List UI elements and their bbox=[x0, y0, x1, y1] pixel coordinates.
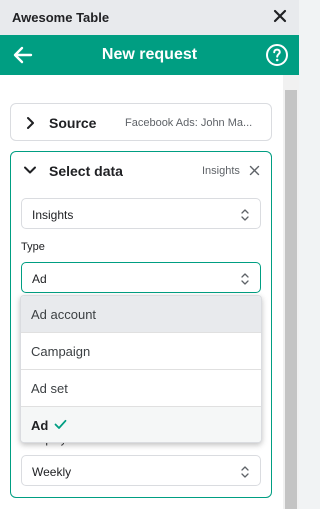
addon-title: Awesome Table bbox=[12, 10, 110, 25]
dropdown-option-ad[interactable]: Ad bbox=[21, 407, 261, 442]
dropdown-option-ad-set[interactable]: Ad set bbox=[21, 370, 261, 407]
source-label: Source bbox=[49, 115, 97, 131]
dropdown-option-ad-account[interactable]: Ad account bbox=[21, 296, 261, 333]
group-by-time-value: Weekly bbox=[32, 465, 72, 479]
type-label: Type bbox=[21, 241, 45, 253]
page-title: New request bbox=[101, 46, 198, 63]
source-value: Facebook Ads: John Ma... bbox=[125, 117, 253, 129]
select-data-badge: Insights bbox=[202, 165, 240, 177]
updown-arrows-icon bbox=[241, 466, 249, 478]
option-label: Ad set bbox=[31, 381, 68, 396]
scrollbar-thumb[interactable] bbox=[285, 90, 297, 509]
check-icon bbox=[54, 419, 67, 429]
report-select-value: Insights bbox=[32, 208, 74, 222]
page-header: New request bbox=[0, 35, 299, 75]
type-select-value: Ad bbox=[32, 272, 47, 286]
chevron-down-icon[interactable] bbox=[23, 163, 37, 177]
option-label: Ad account bbox=[31, 307, 97, 322]
option-label: Campaign bbox=[31, 344, 91, 359]
group-by-time-select[interactable]: Weekly bbox=[21, 455, 261, 486]
close-icon[interactable] bbox=[249, 165, 260, 176]
type-select[interactable]: Ad bbox=[21, 262, 261, 293]
help-circle-icon[interactable] bbox=[265, 43, 289, 67]
close-icon[interactable] bbox=[271, 7, 289, 25]
source-section[interactable]: Source Facebook Ads: John Ma... bbox=[10, 103, 272, 141]
dropdown-option-campaign[interactable]: Campaign bbox=[21, 333, 261, 370]
updown-arrows-icon bbox=[241, 209, 249, 221]
addon-titlebar: Awesome Table bbox=[0, 0, 299, 35]
report-select[interactable]: Insights bbox=[21, 198, 261, 229]
updown-arrows-icon bbox=[241, 273, 249, 285]
select-data-label: Select data bbox=[49, 163, 123, 179]
type-dropdown-menu: Ad account Campaign Ad set Ad bbox=[20, 295, 262, 443]
chevron-right-icon[interactable] bbox=[23, 116, 37, 130]
option-label: Ad bbox=[31, 418, 49, 433]
content-panel: Source Facebook Ads: John Ma... Select d… bbox=[0, 75, 283, 509]
